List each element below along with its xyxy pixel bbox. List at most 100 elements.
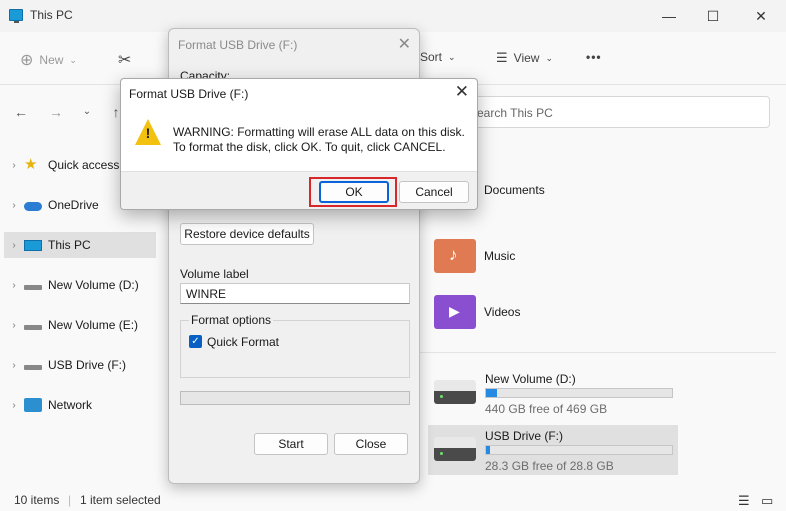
search-placeholder: Search This PC — [469, 106, 553, 120]
sidebar-item-label: Network — [48, 398, 93, 412]
sidebar-item-label: New Volume (D:) — [48, 278, 139, 292]
back-arrow-icon[interactable]: ← — [11, 102, 31, 122]
chevron-right-icon[interactable]: › — [4, 280, 24, 291]
warning-line-2: To format the disk, click OK. To quit, c… — [173, 140, 446, 154]
folder-name: Videos — [484, 305, 521, 319]
usb-drive-icon — [434, 437, 476, 461]
more-icon: ••• — [586, 50, 602, 64]
drive-usb-f[interactable]: USB Drive (F:) 28.3 GB free of 28.8 GB — [428, 425, 678, 475]
item-count: 10 items — [14, 493, 60, 507]
chevron-down-icon: ⌄ — [545, 52, 553, 63]
chevron-down-icon: ⌄ — [448, 51, 456, 62]
drive-name: USB Drive (F:) — [485, 429, 563, 443]
drive-usage-bar — [485, 445, 673, 455]
new-label: New — [39, 53, 64, 67]
search-box[interactable]: Search This PC — [460, 96, 770, 128]
warning-dialog-title: Format USB Drive (F:) — [129, 87, 249, 101]
sidebar-item-network[interactable]: › Network — [4, 392, 156, 418]
chevron-down-icon: ⌄ — [69, 54, 77, 65]
quick-format-label[interactable]: Quick Format — [207, 335, 279, 349]
chevron-right-icon[interactable]: › — [4, 200, 24, 211]
chevron-right-icon[interactable]: › — [4, 400, 24, 411]
more-options-button[interactable]: ••• — [586, 50, 602, 64]
folder-name: Music — [484, 249, 516, 263]
window-title: This PC — [30, 8, 73, 22]
drive-icon — [24, 365, 42, 370]
drive-icon — [24, 285, 42, 290]
sidebar-item-label: USB Drive (F:) — [48, 358, 126, 372]
cancel-button[interactable]: Cancel — [399, 181, 469, 203]
sidebar-item-usb-drive-f[interactable]: › USB Drive (F:) — [4, 352, 156, 378]
drive-icon — [24, 325, 42, 330]
close-window-button[interactable]: ✕ — [746, 6, 776, 26]
format-dialog-title: Format USB Drive (F:) — [178, 38, 298, 52]
chevron-right-icon[interactable]: › — [4, 320, 24, 331]
minimize-button[interactable]: — — [654, 6, 684, 26]
quick-format-checkbox[interactable]: ✓ — [189, 335, 202, 348]
volume-label-input[interactable]: WINRE — [180, 283, 410, 304]
tiles-view-icon[interactable]: ▭ — [761, 493, 773, 509]
drive-usage-fill — [486, 446, 490, 454]
forward-arrow-icon[interactable]: → — [46, 102, 66, 122]
folder-name: Documents — [484, 183, 545, 197]
format-options-label: Format options — [189, 313, 274, 327]
close-icon[interactable]: ✕ — [398, 34, 411, 54]
network-icon — [24, 398, 42, 412]
warning-line-1: WARNING: Formatting will erase ALL data … — [173, 125, 465, 139]
drive-name: New Volume (D:) — [485, 372, 576, 386]
warning-message: WARNING: Formatting will erase ALL data … — [173, 125, 465, 155]
format-options-group: Format options ✓ Quick Format — [180, 313, 410, 378]
hard-drive-icon — [434, 380, 476, 404]
sidebar-item-label: Quick access — [48, 158, 120, 172]
close-button[interactable]: Close — [334, 433, 408, 455]
selection-count: 1 item selected — [80, 493, 161, 507]
chevron-right-icon[interactable]: › — [4, 360, 24, 371]
section-divider — [420, 352, 776, 353]
maximize-button[interactable]: ☐ — [698, 6, 728, 26]
drive-usage-bar — [485, 388, 673, 398]
sidebar-item-new-volume-d[interactable]: › New Volume (D:) — [4, 272, 156, 298]
format-progress-bar — [180, 391, 410, 405]
new-button[interactable]: ⊕ New ⌄ — [20, 50, 77, 70]
music-folder-icon: ♪ — [434, 239, 476, 273]
warning-exclamation-icon: ! — [145, 125, 151, 141]
recent-locations-icon[interactable]: ⌄ — [77, 102, 97, 122]
restore-defaults-button[interactable]: Restore device defaults — [180, 223, 314, 245]
sidebar-item-new-volume-e[interactable]: › New Volume (E:) — [4, 312, 156, 338]
format-warning-dialog: Format USB Drive (F:) ✕ ! WARNING: Forma… — [120, 78, 478, 210]
sidebar-item-label: New Volume (E:) — [48, 318, 139, 332]
close-icon[interactable]: ✕ — [455, 82, 469, 102]
drive-free-space: 440 GB free of 469 GB — [485, 402, 608, 416]
this-pc-icon — [9, 9, 23, 23]
folder-music[interactable]: ♪ Music — [434, 234, 674, 278]
dialog-button-bar: OK Cancel — [121, 171, 477, 209]
sidebar-item-label: OneDrive — [48, 198, 99, 212]
drive-usage-fill — [486, 389, 498, 397]
sort-button[interactable]: Sort ⌄ — [420, 50, 456, 64]
status-separator: | — [68, 493, 72, 507]
videos-folder-icon: ▶ — [434, 295, 476, 329]
sort-label: Sort — [420, 50, 443, 64]
sidebar-item-label: This PC — [48, 238, 91, 252]
view-label: View — [513, 51, 540, 65]
chevron-right-icon[interactable]: › — [4, 240, 24, 251]
volume-label-value: WINRE — [186, 287, 226, 301]
status-bar: 10 items | 1 item selected ☰ ▭ — [0, 488, 786, 511]
sidebar-item-this-pc[interactable]: › This PC — [4, 232, 156, 258]
cut-button[interactable]: ✂ — [118, 50, 131, 70]
star-icon: ★ — [24, 156, 38, 173]
drive-new-volume-d[interactable]: New Volume (D:) 440 GB free of 469 GB — [428, 368, 678, 418]
plus-icon: ⊕ — [20, 52, 34, 69]
view-button[interactable]: ☰ View ⌄ — [496, 50, 553, 66]
volume-label-caption: Volume label — [180, 267, 249, 281]
drive-free-space: 28.3 GB free of 28.8 GB — [485, 459, 614, 473]
monitor-icon — [24, 239, 42, 251]
cloud-icon — [24, 202, 42, 211]
chevron-right-icon[interactable]: › — [4, 160, 24, 171]
scissors-icon: ✂ — [118, 52, 132, 69]
details-view-icon[interactable]: ☰ — [738, 493, 750, 509]
ok-button[interactable]: OK — [319, 181, 389, 203]
folder-videos[interactable]: ▶ Videos — [434, 290, 674, 334]
view-icon: ☰ — [496, 50, 508, 65]
start-button[interactable]: Start — [254, 433, 328, 455]
